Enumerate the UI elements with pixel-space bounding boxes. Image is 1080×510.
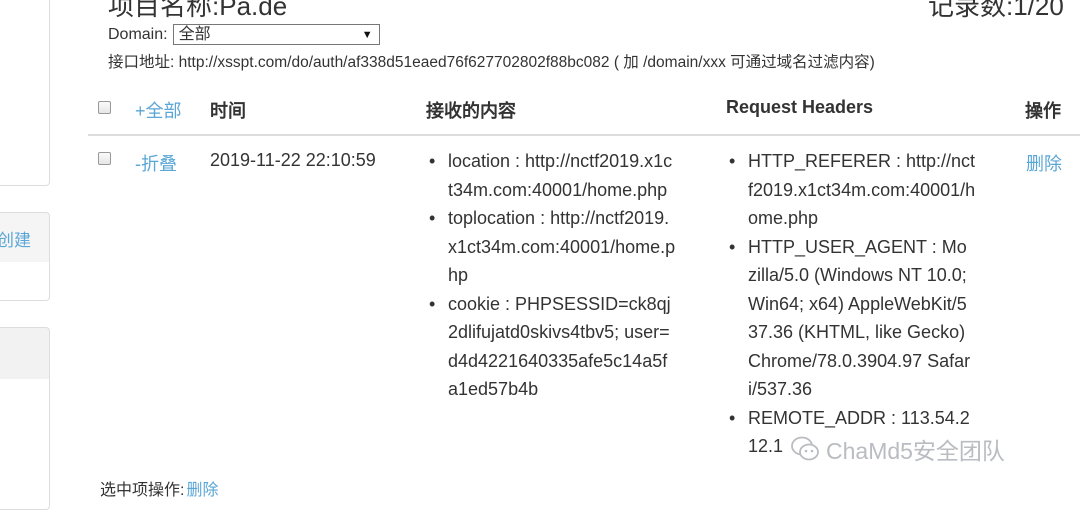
content-text: x1ct34m.com:40001/home.p (448, 236, 676, 257)
header-text: HTTP_REFERER : http://nct (748, 151, 976, 171)
header-text: i/537.36 (748, 379, 813, 399)
record-count: 记录数:1/20 (928, 0, 1064, 21)
domain-select[interactable]: 全部 ▼ (172, 24, 380, 45)
content-text: 2dlifujatd0skivs4tbv5; user= (448, 322, 670, 342)
received-content-list: location : http://nctf2019.x1c t34m.com:… (428, 147, 675, 404)
content-text: d4d4221640335afe5c14a5f (448, 350, 668, 371)
content-text: a1ed57b4b (448, 379, 539, 399)
api-url: http://xsspt.com/do/auth/af338d51eaed76f… (178, 54, 610, 71)
header-text: zilla/5.0 (Windows NT 10.0; (748, 265, 967, 285)
content-text: cookie : PHPSESSID=ck8qj (448, 293, 671, 314)
selected-actions-label: 选中项操作: (100, 482, 185, 499)
header-text: Chrome/78.0.3904.97 Safar (748, 350, 971, 371)
domain-filter: Domain: 全部 ▼ (108, 24, 380, 45)
table-header-divider (88, 134, 1080, 136)
header-text: REMOTE_ADDR : 113.54.2 (748, 407, 970, 428)
header-text: HTTP_USER_AGENT : Mo (748, 236, 967, 257)
api-address: 接口地址: http://xsspt.com/do/auth/af338d51e… (108, 50, 875, 72)
sidebar-create-item[interactable]: 创建 (0, 212, 50, 264)
list-item: HTTP_REFERER : http://nct f2019.x1ct34m.… (728, 147, 975, 233)
row-checkbox[interactable] (98, 152, 111, 165)
header-text: f2019.x1ct34m.com:40001/h (748, 179, 976, 200)
project-title: 项目名称:Pa.de (108, 0, 288, 21)
sidebar-create-label[interactable]: 创建 (0, 226, 31, 251)
watermark-text: ChaMd5安全团队 (826, 438, 1005, 464)
list-item: location : http://nctf2019.x1c t34m.com:… (428, 147, 675, 204)
domain-select-value: 全部 (178, 26, 211, 43)
collapse-link[interactable]: -折叠 (135, 150, 177, 176)
domain-label: Domain: (108, 25, 168, 43)
select-all-checkbox[interactable] (98, 101, 111, 114)
api-label: 接口地址: (108, 54, 175, 71)
content-text: hp (448, 265, 469, 285)
sidebar-panel (0, 0, 50, 186)
column-header-actions: 操作 (1025, 101, 1061, 121)
sidebar-panel-body (0, 262, 50, 301)
content-text: toplocation : http://nctf2019. (448, 208, 670, 228)
request-headers-list: HTTP_REFERER : http://nct f2019.x1ct34m.… (728, 147, 975, 461)
sidebar-section-body (0, 379, 50, 510)
list-item: cookie : PHPSESSID=ck8qj 2dlifujatd0skiv… (428, 290, 675, 404)
header-text: ome.php (748, 208, 819, 228)
column-header-time: 时间 (210, 101, 246, 121)
column-header-request-headers: Request Headers (726, 97, 874, 117)
expand-all-link[interactable]: +全部 (135, 97, 182, 123)
header-text: 37.36 (KHTML, like Gecko) (748, 322, 966, 342)
header-text: Win64; x64) AppleWebKit/5 (748, 293, 967, 314)
sidebar-section-header[interactable] (0, 327, 50, 381)
column-header-content: 接收的内容 (426, 101, 516, 121)
wechat-icon (791, 436, 819, 461)
row-delete-link[interactable]: 删除 (1026, 150, 1062, 176)
watermark: ChaMd5安全团队 (790, 432, 1005, 466)
bulk-delete-link[interactable]: 删除 (186, 482, 218, 499)
content-text: location : http://nctf2019.x1c (448, 151, 673, 171)
row-time: 2019-11-22 22:10:59 (210, 150, 376, 170)
list-item: toplocation : http://nctf2019. x1ct34m.c… (428, 204, 675, 290)
content-text: t34m.com:40001/home.php (448, 179, 668, 200)
dropdown-arrow-icon: ▼ (361, 29, 373, 41)
list-item: HTTP_USER_AGENT : Mo zilla/5.0 (Windows … (728, 233, 975, 404)
selected-actions: 选中项操作: 删除 (100, 476, 218, 500)
api-hint: ( 加 /domain/xxx 可通过域名过滤内容) (613, 54, 875, 71)
